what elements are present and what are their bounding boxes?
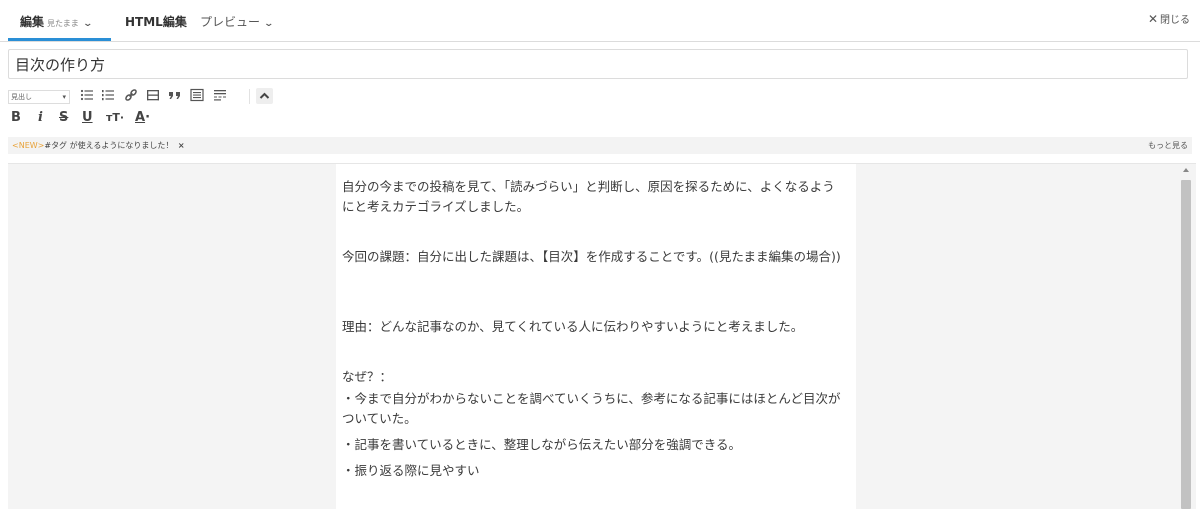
tab-visual-edit-mode: 見たまま [47,19,79,28]
caret-down-icon: ▾ [62,93,66,101]
tab-html-edit[interactable]: HTML編集 [125,13,187,30]
title-input[interactable] [8,49,1188,79]
strikethrough-button[interactable]: S [59,110,68,125]
new-badge: <NEW> [12,141,45,150]
toolbar-divider [249,89,250,104]
tab-preview-label: プレビュー [200,15,261,29]
bold-button[interactable]: B [11,110,21,125]
notice-text: #タグ が使えるようになりました！ [44,141,174,150]
tab-visual-edit[interactable]: 編集 見たまま ⌄ [20,13,93,30]
underline-button[interactable]: U [82,110,93,125]
font-size-button[interactable]: тT· [106,111,124,124]
active-tab-indicator [8,38,111,41]
editor-area: 自分の今までの投稿を見て、「読みづらい」と判断し、原因を探るために、よくなるよう… [8,163,1196,509]
blockquote-icon[interactable] [168,88,182,102]
paragraph: 理由：どんな記事なのか、見てくれている人に伝わりやすいようにと考えました。 [342,319,804,334]
font-color-button[interactable]: A· [135,110,150,125]
heading-select-label: 見出し [11,93,32,101]
horizontal-rule-icon[interactable] [146,88,160,102]
scrollbar-thumb[interactable] [1181,180,1191,509]
chevron-up-icon [259,92,270,99]
see-more-link[interactable]: もっと見る [1148,137,1188,154]
tab-visual-edit-label: 編集 [20,15,45,29]
close-icon: ✕ [1147,12,1158,26]
font-color-icon: A [135,110,146,125]
paragraph: ・今まで自分がわからないことを調べていくうちに、参考になる記事にはほとんど目次が… [342,391,841,426]
paragraph: 自分の今までの投稿を見て、「読みづらい」と判断し、原因を探るために、よくなるよう… [342,179,835,214]
chevron-down-icon: ⌄ [82,19,93,29]
link-icon[interactable] [124,88,138,102]
font-size-icon: тT [106,111,120,124]
numbered-list-icon[interactable] [101,88,115,102]
editor-scrollbar[interactable] [1180,166,1192,509]
bulleted-list-icon[interactable] [80,88,94,102]
heading-select[interactable]: 見出し ▾ [8,90,70,104]
editor-tab-bar: 編集 見たまま ⌄ HTML編集 プレビュー ⌄ ✕ 閉じる [0,0,1200,42]
paragraph: 今回の課題：自分に出した課題は、【目次】を作成することです。((見たまま編集の場… [342,249,841,264]
tab-preview[interactable]: プレビュー ⌄ [200,13,275,30]
close-button-label: 閉じる [1160,15,1190,26]
table-of-contents-icon[interactable] [190,88,204,102]
tab-html-edit-label: HTML編集 [125,15,187,29]
paragraph: ・振り返る際に見やすい [342,463,480,478]
scroll-up-arrow-icon[interactable] [1183,168,1189,172]
dismiss-notice-button[interactable]: × [178,141,185,150]
paragraph: ・記事を書いているときに、整理しながら伝えたい部分を強調できる。 [342,437,742,452]
close-button[interactable]: ✕ 閉じる [1148,11,1190,26]
paragraph: なぜ？： [342,369,393,384]
editor-content-body[interactable]: 自分の今までの投稿を見て、「読みづらい」と判断し、原因を探るために、よくなるよう… [336,164,856,509]
collapse-toolbar-button[interactable] [256,88,273,104]
chevron-down-icon: ⌄ [263,19,275,29]
more-icon[interactable] [213,88,227,102]
italic-button[interactable]: i [38,110,43,125]
notice-bar: <NEW>#タグ が使えるようになりました！ × もっと見る [8,137,1192,154]
